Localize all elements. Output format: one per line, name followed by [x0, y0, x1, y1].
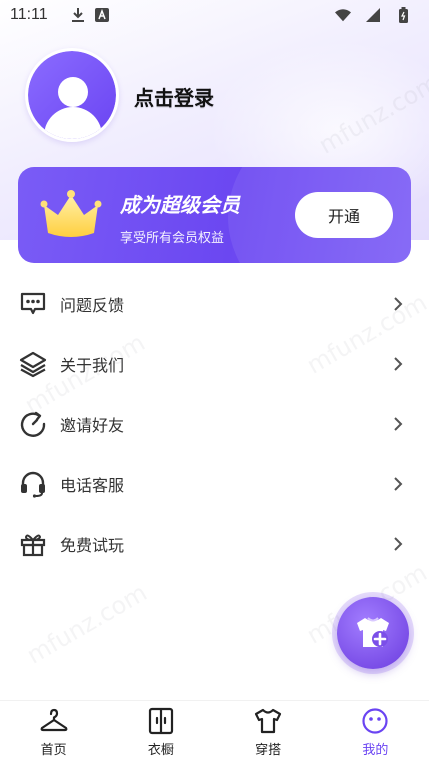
nav-label: 我的	[362, 743, 389, 758]
menu-label: 免费试玩	[60, 536, 125, 555]
menu-label: 问题反馈	[60, 296, 125, 315]
chevron-right-icon	[390, 536, 406, 552]
vip-title: 成为超级会员	[120, 193, 240, 217]
headset-icon	[18, 469, 48, 499]
crown-icon	[40, 190, 102, 237]
smiley-icon	[361, 707, 389, 735]
chevron-right-icon	[390, 416, 406, 432]
wifi-icon	[335, 7, 351, 23]
nav-home[interactable]: 首页	[0, 701, 107, 764]
menu-label: 电话客服	[60, 476, 125, 495]
menu-item-invite[interactable]: 邀请好友	[0, 394, 429, 454]
nav-label: 穿搭	[255, 743, 282, 758]
vip-banner[interactable]: 成为超级会员 享受所有会员权益 开通	[18, 167, 411, 263]
layers-icon	[18, 349, 48, 379]
feedback-icon	[18, 289, 48, 319]
wardrobe-icon	[147, 707, 175, 735]
vip-subtitle: 享受所有会员权益	[120, 231, 225, 246]
status-time: 11:11	[10, 6, 48, 23]
download-icon	[70, 7, 86, 23]
battery-icon	[395, 7, 411, 23]
nav-outfit[interactable]: 穿搭	[215, 701, 322, 764]
login-link[interactable]: 点击登录	[134, 82, 214, 111]
avatar[interactable]	[25, 48, 119, 142]
chevron-right-icon	[390, 476, 406, 492]
watermark: mfunz.com	[21, 578, 152, 670]
add-shirt-icon	[357, 617, 389, 647]
nav-wardrobe[interactable]: 衣橱	[107, 701, 214, 764]
open-vip-button[interactable]: 开通	[295, 192, 393, 238]
hanger-icon	[40, 707, 68, 735]
signal-icon	[365, 7, 381, 23]
tshirt-icon	[254, 707, 282, 735]
gift-icon	[18, 529, 48, 559]
chevron-right-icon	[390, 356, 406, 372]
menu-label: 邀请好友	[60, 416, 125, 435]
menu-item-free-trial[interactable]: 免费试玩	[0, 514, 429, 574]
nav-mine[interactable]: 我的	[322, 701, 429, 764]
bottom-navigation: 首页 衣橱 穿搭 我的	[0, 700, 429, 764]
menu-item-phone-service[interactable]: 电话客服	[0, 454, 429, 514]
nav-label: 首页	[40, 743, 67, 758]
app-a-icon	[94, 7, 110, 23]
add-outfit-button[interactable]	[337, 597, 409, 669]
status-bar: 11:11	[0, 0, 429, 30]
nav-label: 衣橱	[147, 743, 174, 758]
